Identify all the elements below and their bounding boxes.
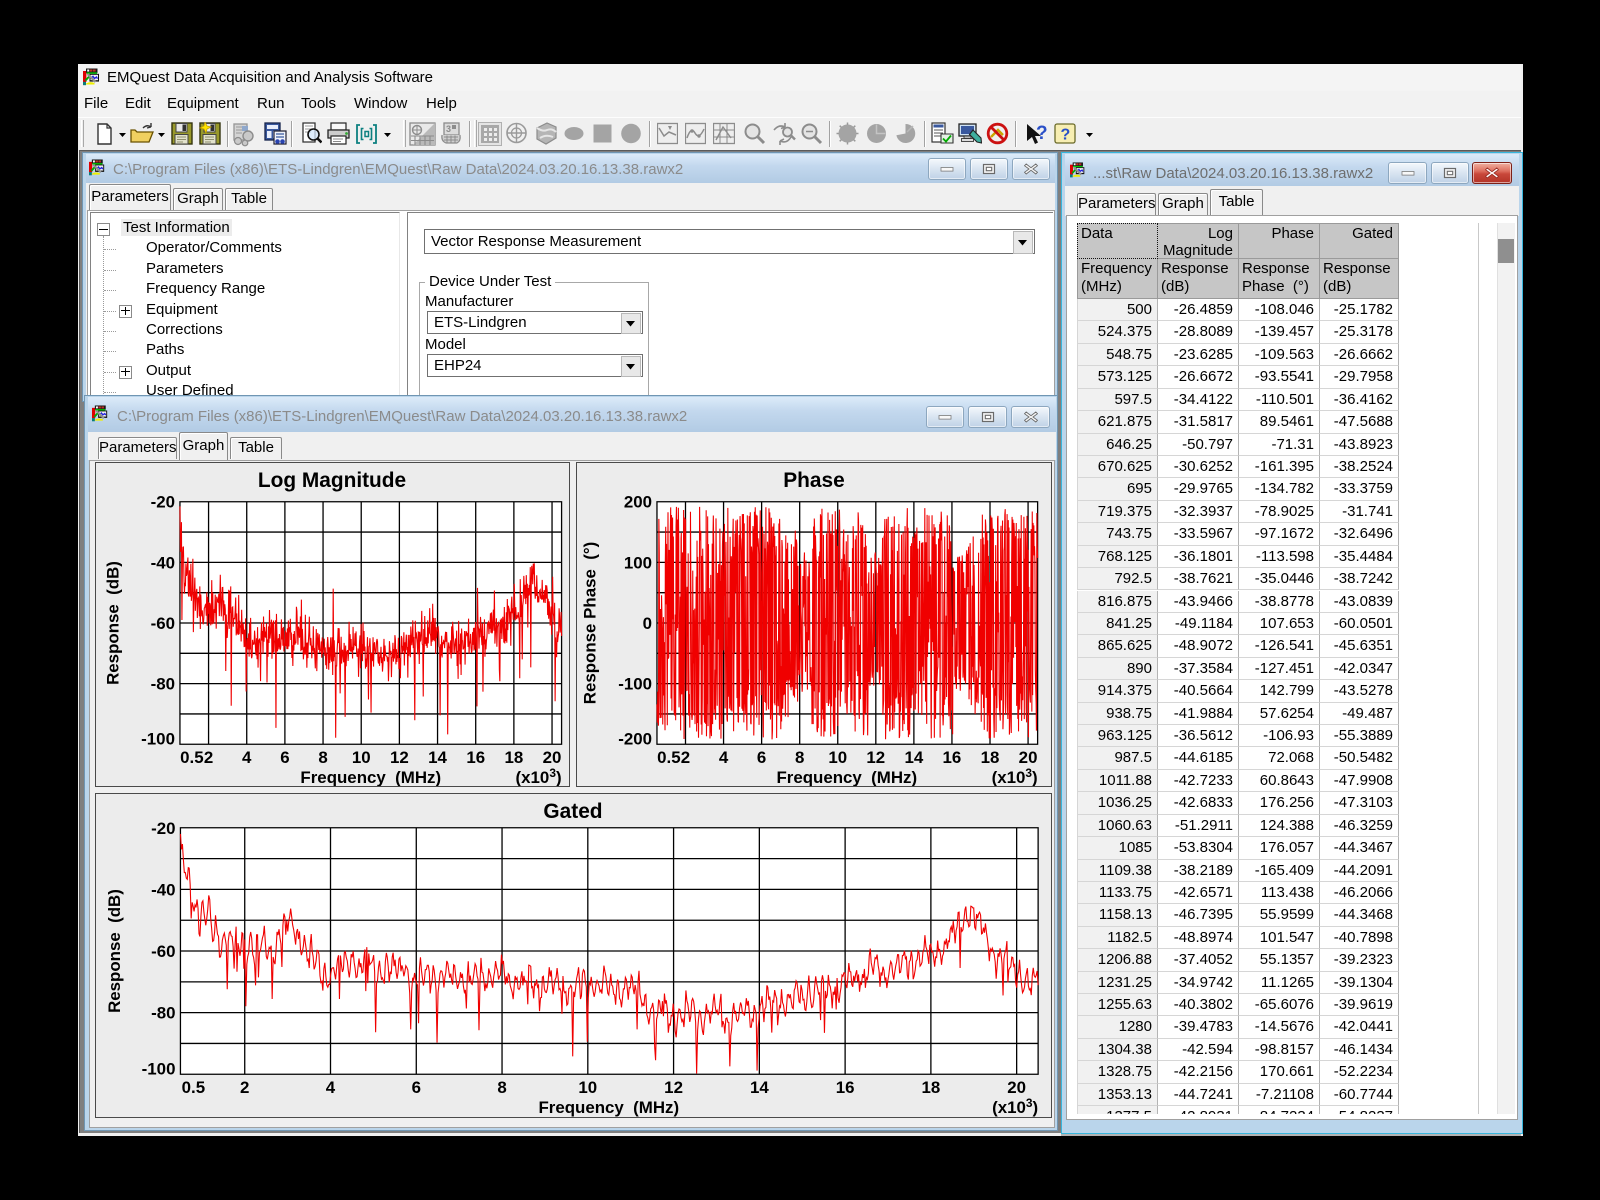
svg-text:0.5: 0.5 bbox=[182, 1078, 205, 1097]
svg-text:18: 18 bbox=[921, 1078, 940, 1097]
svg-text:10: 10 bbox=[578, 1078, 597, 1097]
svg-text:Response (dB): Response (dB) bbox=[105, 889, 124, 1013]
svg-text:Response Phase (°): Response Phase (°) bbox=[580, 542, 599, 704]
svg-text:0: 0 bbox=[643, 614, 652, 633]
svg-text:14: 14 bbox=[750, 1078, 769, 1097]
svg-text:16: 16 bbox=[943, 748, 962, 767]
svg-text:6: 6 bbox=[280, 748, 289, 767]
svg-text:2: 2 bbox=[204, 748, 213, 767]
svg-text:-200: -200 bbox=[618, 729, 652, 748]
svg-text:Phase: Phase bbox=[783, 469, 844, 492]
svg-text:20: 20 bbox=[543, 748, 562, 767]
svg-text:Frequency (MHz): Frequency (MHz) bbox=[538, 1098, 679, 1117]
svg-text:8: 8 bbox=[795, 748, 804, 767]
svg-text:(x103): (x103) bbox=[992, 766, 1038, 787]
svg-text:6: 6 bbox=[412, 1078, 421, 1097]
svg-text:200: 200 bbox=[624, 493, 652, 512]
svg-text:10: 10 bbox=[828, 748, 847, 767]
svg-text:-40: -40 bbox=[151, 880, 175, 899]
svg-text:3: 3 bbox=[446, 124, 451, 134]
svg-text:0.5: 0.5 bbox=[180, 748, 203, 767]
svg-text:12: 12 bbox=[390, 748, 409, 767]
svg-text:4: 4 bbox=[719, 748, 729, 767]
svg-text:14: 14 bbox=[904, 748, 923, 767]
svg-text:-100: -100 bbox=[141, 729, 175, 748]
svg-text:-20: -20 bbox=[151, 819, 175, 838]
svg-text:-20: -20 bbox=[151, 493, 175, 512]
svg-text:2: 2 bbox=[240, 1078, 249, 1097]
svg-text:-40: -40 bbox=[151, 553, 175, 572]
svg-text:16: 16 bbox=[836, 1078, 855, 1097]
svg-text:12: 12 bbox=[866, 748, 885, 767]
svg-text:Gated: Gated bbox=[543, 800, 602, 823]
svg-text:Frequency (MHz): Frequency (MHz) bbox=[776, 768, 917, 787]
svg-text:Log Magnitude: Log Magnitude bbox=[258, 469, 406, 492]
svg-text:Frequency (MHz): Frequency (MHz) bbox=[300, 768, 441, 787]
svg-text:?: ? bbox=[1061, 127, 1071, 144]
svg-text:(x103): (x103) bbox=[992, 1096, 1038, 1117]
svg-text:8: 8 bbox=[318, 748, 327, 767]
svg-text:(x103): (x103) bbox=[516, 766, 562, 787]
svg-text:-100: -100 bbox=[142, 1059, 176, 1078]
svg-text:-80: -80 bbox=[151, 1004, 175, 1023]
svg-text:16: 16 bbox=[466, 748, 485, 767]
svg-text:4: 4 bbox=[242, 748, 252, 767]
svg-text:18: 18 bbox=[981, 748, 1000, 767]
svg-text:4: 4 bbox=[326, 1078, 336, 1097]
svg-text:14: 14 bbox=[428, 748, 447, 767]
svg-text:10: 10 bbox=[352, 748, 371, 767]
svg-text:Response (dB): Response (dB) bbox=[103, 561, 122, 685]
svg-text:-100: -100 bbox=[618, 675, 652, 694]
svg-text:-80: -80 bbox=[151, 675, 175, 694]
svg-text:?: ? bbox=[1036, 123, 1048, 144]
svg-text:18: 18 bbox=[504, 748, 523, 767]
svg-text:-60: -60 bbox=[151, 614, 175, 633]
svg-text:0.5: 0.5 bbox=[657, 748, 680, 767]
svg-text:20: 20 bbox=[1019, 748, 1038, 767]
svg-text:12: 12 bbox=[664, 1078, 683, 1097]
svg-text:20: 20 bbox=[1007, 1078, 1026, 1097]
svg-text:6: 6 bbox=[757, 748, 766, 767]
svg-text:2: 2 bbox=[681, 748, 690, 767]
svg-text:-60: -60 bbox=[151, 942, 175, 961]
svg-text:8: 8 bbox=[497, 1078, 506, 1097]
svg-text:100: 100 bbox=[624, 553, 652, 572]
